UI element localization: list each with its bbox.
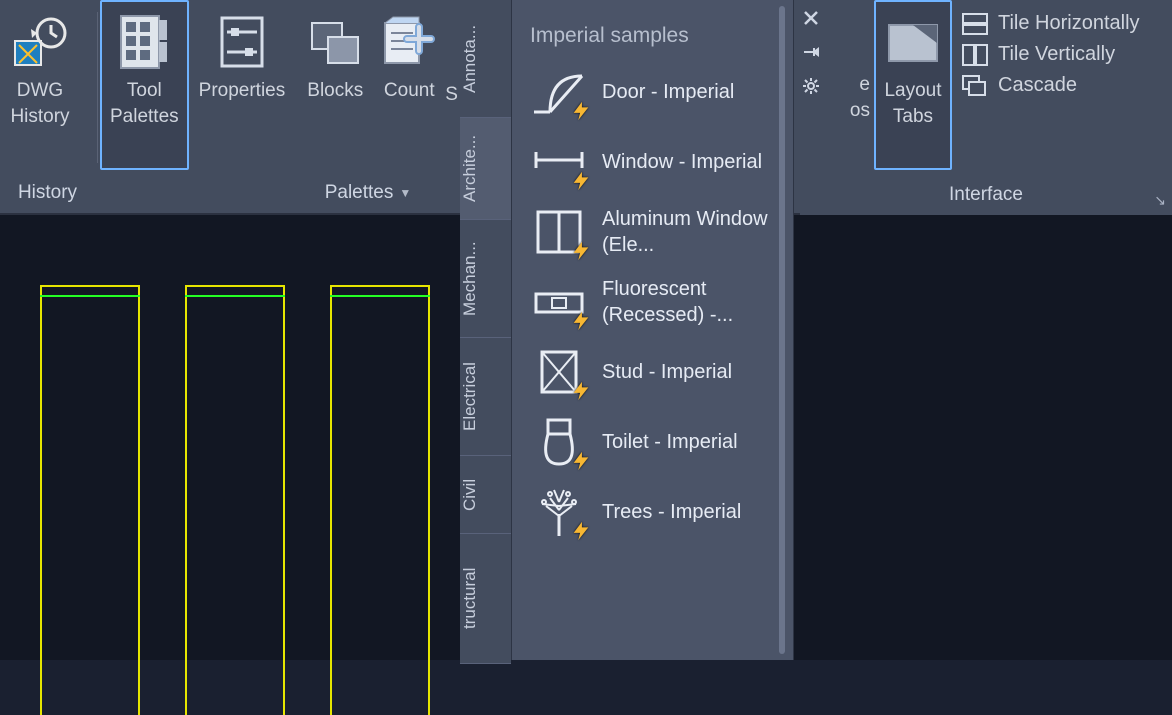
palette-item-label: Window - Imperial	[602, 149, 762, 175]
drawing-objects	[0, 255, 460, 675]
cascade-item[interactable]: Cascade	[962, 74, 1140, 97]
palette-item-label: Toilet - Imperial	[602, 429, 738, 455]
ribbon-button-truncated-left[interactable]: e os	[840, 0, 874, 170]
blocks-icon	[305, 12, 365, 72]
layout-tabs-label: Layout Tabs	[884, 78, 941, 129]
ribbon-divider	[97, 12, 98, 163]
properties-button[interactable]: Properties	[189, 0, 296, 170]
layout-tabs-icon	[883, 12, 943, 72]
palette-item-aluminum-window[interactable]: Aluminum Window (Ele...	[530, 206, 787, 258]
palette-item-label: Aluminum Window (Ele...	[602, 206, 772, 258]
window-icon	[530, 136, 588, 188]
tile-horizontal-icon	[962, 13, 988, 35]
palette-tab-architectural[interactable]: Archite...	[460, 118, 511, 220]
palette-item-window[interactable]: Window - Imperial	[530, 136, 787, 188]
palette-tab-electrical[interactable]: Electrical	[460, 338, 511, 456]
tile-horizontally-item[interactable]: Tile Horizontally	[962, 12, 1140, 35]
tile-vertically-item[interactable]: Tile Vertically	[962, 43, 1140, 66]
palette-title: Imperial samples	[530, 24, 787, 48]
panel-launcher-icon[interactable]: ↘	[1154, 192, 1166, 209]
palette-item-toilet[interactable]: Toilet - Imperial	[530, 416, 787, 468]
tool-palette-panel: Imperial samples Door - Imperial Window …	[512, 0, 794, 660]
palette-item-label: Door - Imperial	[602, 79, 734, 105]
palettes-dropdown-icon: ▼	[399, 186, 411, 200]
ribbon-group-history: DWG History History	[0, 0, 95, 213]
count-button[interactable]: Count	[375, 0, 443, 170]
ribbon-button-truncated[interactable]: S	[443, 0, 461, 170]
dwg-history-label: DWG History	[10, 78, 69, 129]
ribbon-group-palettes: Tool Palettes Properties	[100, 0, 461, 213]
palette-tab-annotation[interactable]: Annota...	[460, 0, 511, 118]
palette-tab-structural[interactable]: tructural	[460, 534, 511, 664]
dwg-history-button[interactable]: DWG History	[0, 0, 80, 170]
trees-icon	[530, 486, 588, 538]
gear-icon[interactable]	[799, 74, 823, 98]
toilet-icon	[530, 416, 588, 468]
dwg-history-icon	[10, 12, 70, 72]
palette-item-door[interactable]: Door - Imperial	[530, 66, 787, 118]
palette-tab-mechanical[interactable]: Mechan...	[460, 220, 511, 338]
door-icon	[530, 66, 588, 118]
palette-item-stud[interactable]: Stud - Imperial	[530, 346, 787, 398]
truncated-label-1: e	[859, 72, 870, 98]
tile-vertical-icon	[962, 44, 988, 66]
blocks-button[interactable]: Blocks	[295, 0, 375, 170]
fluorescent-icon	[530, 276, 588, 328]
palette-tab-strip: Annota... Archite... Mechan... Electrica…	[460, 0, 512, 660]
truncated-s-label: S	[445, 82, 458, 108]
palette-tab-civil[interactable]: Civil	[460, 456, 511, 534]
palette-item-label: Stud - Imperial	[602, 359, 732, 385]
truncated-icon	[840, 12, 870, 66]
aluminum-window-icon	[530, 206, 588, 258]
count-icon	[379, 12, 439, 72]
tile-vertical-label: Tile Vertically	[998, 43, 1115, 66]
layout-tabs-button[interactable]: Layout Tabs	[874, 0, 952, 170]
tile-horizontal-label: Tile Horizontally	[998, 12, 1140, 35]
panel-label-palettes[interactable]: Palettes ▼	[100, 173, 461, 213]
palette-item-label: Fluorescent (Recessed) -...	[602, 276, 772, 328]
panel-label-interface: Interface	[800, 175, 1172, 215]
palette-item-trees[interactable]: Trees - Imperial	[530, 486, 787, 538]
tool-palettes-label: Tool Palettes	[110, 78, 179, 129]
close-icon[interactable]	[799, 6, 823, 30]
cascade-label: Cascade	[998, 74, 1077, 97]
blocks-label: Blocks	[307, 78, 363, 104]
tool-palettes-button[interactable]: Tool Palettes	[100, 0, 189, 170]
properties-icon	[212, 12, 272, 72]
properties-label: Properties	[199, 78, 286, 104]
pin-icon[interactable]	[799, 40, 823, 64]
stud-icon	[530, 346, 588, 398]
truncated-label-2: os	[850, 98, 870, 124]
cascade-icon	[962, 75, 988, 97]
palette-item-label: Trees - Imperial	[602, 499, 741, 525]
ribbon-group-interface: e os Layout Tabs Tile Horizontally Tile …	[800, 0, 1172, 215]
tool-palettes-icon	[114, 12, 174, 72]
panel-label-history: History	[0, 173, 95, 213]
count-label: Count	[384, 78, 435, 104]
palette-side-controls	[796, 6, 826, 98]
palette-item-fluorescent[interactable]: Fluorescent (Recessed) -...	[530, 276, 787, 328]
